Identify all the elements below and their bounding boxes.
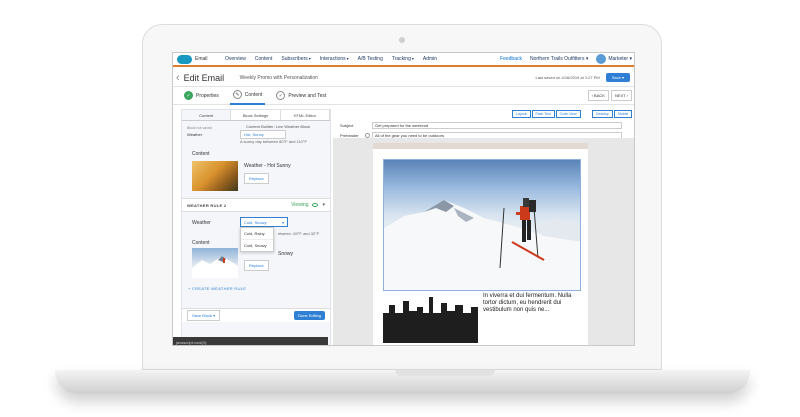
nav-tracking[interactable]: Tracking▾: [392, 56, 414, 62]
option-cold-rainy[interactable]: Cold, Rainy: [241, 228, 273, 239]
caret-down-icon[interactable]: ▾: [322, 202, 325, 208]
chevron-down-icon: ▾: [308, 56, 311, 61]
nav-interactions[interactable]: Interactions▾: [320, 56, 349, 62]
hero-image-snowy[interactable]: [383, 159, 581, 291]
rule-title: WEATHER RULE 2: [187, 202, 227, 208]
step-nav: ‹ BACK NEXT ›: [586, 90, 632, 101]
user-menu[interactable]: Marketer ▾: [608, 56, 632, 62]
tab-content[interactable]: Content: [182, 110, 232, 120]
base-notch: [395, 370, 495, 376]
title-bar: ‹ Edit Email Weekly Promo with Personali…: [173, 69, 634, 87]
city-skyline-image[interactable]: [383, 293, 478, 343]
panel-tabs: Content Block Settings HTML Editor: [182, 110, 330, 121]
weather-rule-2-header[interactable]: WEATHER RULE 2 Viewing ▾: [182, 198, 330, 212]
email-preview: In viverra et dui fermentum. Nulla torto…: [373, 143, 588, 345]
weather-select-rule2[interactable]: Cold, Snowy ▾: [240, 217, 288, 227]
done-editing-button[interactable]: Done Editing: [294, 311, 325, 320]
code-view-button[interactable]: Code View: [555, 110, 581, 118]
back-button[interactable]: ‹ BACK: [587, 90, 609, 101]
subject-input[interactable]: Get prepared for the weekend: [372, 122, 622, 129]
nav-content[interactable]: Content: [255, 56, 273, 62]
pencil-icon: ✎: [232, 90, 242, 99]
weather-select-rule1[interactable]: Hot, Sunny: [240, 130, 286, 139]
last-saved: Last saved on 4/16/2019 at 1:27 PM: [535, 75, 600, 80]
viewing-label: Viewing: [291, 202, 309, 208]
app-screen: Email Overview Content Subscribers▾ Inte…: [172, 52, 635, 346]
variant-name-rule2: Snowy: [278, 251, 294, 257]
nav-right: Feedback Northern Trails Outfitters ▾ Ma…: [500, 54, 634, 64]
check-icon: ✓: [276, 91, 286, 100]
content-label-rule2: Content: [192, 240, 210, 246]
mountain-thumbnail-icon: [192, 256, 238, 278]
save-button[interactable]: Save ▾: [605, 73, 630, 82]
chevron-down-icon: ▾: [346, 56, 349, 61]
org-switcher[interactable]: Northern Trails Outfitters ▾: [530, 56, 588, 62]
avatar[interactable]: [596, 54, 607, 64]
email-body-text[interactable]: In viverra et dui fermentum. Nulla torto…: [483, 293, 585, 314]
weather-label-rule1: Weather: [187, 132, 203, 137]
layout-view-button[interactable]: Layout: [512, 110, 531, 118]
desktop-preview-button[interactable]: Desktop: [592, 110, 613, 118]
nav-ab-testing[interactable]: A/B Testing: [358, 56, 383, 62]
feedback-link[interactable]: Feedback: [500, 56, 522, 62]
tab-block-settings[interactable]: Block Settings: [231, 110, 281, 120]
chevron-left-icon[interactable]: ‹: [176, 72, 180, 84]
app-name: Email: [195, 56, 208, 62]
view-mode-toggles: Layout Plain Text Code View: [511, 110, 581, 118]
next-button[interactable]: NEXT ›: [610, 90, 632, 101]
content-panel: Content Block Settings HTML Editor Block…: [181, 109, 331, 345]
chevron-down-icon: ▾: [281, 219, 284, 225]
check-icon: ✓: [184, 91, 193, 100]
header-image-strip[interactable]: [373, 143, 588, 149]
replace-button-rule2[interactable]: Replace: [244, 260, 269, 271]
step-preview-and-test[interactable]: ✓ Preview and Test: [273, 87, 329, 105]
chevron-down-icon: ▾: [629, 56, 632, 62]
eye-icon: [312, 203, 319, 207]
chevron-down-icon: ▾: [411, 56, 414, 61]
laptop-base: [55, 370, 750, 394]
tab-html-editor[interactable]: HTML Editor: [281, 110, 330, 120]
email-name: Weekly Promo with Personalization: [239, 74, 318, 81]
skier-mountain-icon: [384, 198, 580, 290]
nav-admin[interactable]: Admin: [423, 56, 437, 62]
top-navigation: Email Overview Content Subscribers▾ Inte…: [173, 53, 634, 67]
skyline-icon: [383, 297, 478, 323]
plain-text-view-button[interactable]: Plain Text: [531, 110, 555, 118]
nav-subscribers[interactable]: Subscribers▾: [281, 56, 310, 62]
replace-button-rule1[interactable]: Replace: [244, 173, 269, 184]
subject-label: Subject: [340, 123, 354, 128]
page-title: Edit Email: [183, 72, 225, 83]
browser-status-bar: javascript:void(0);: [173, 337, 328, 345]
block-status: Block not saved: [187, 126, 212, 130]
nav-overview[interactable]: Overview: [225, 56, 246, 62]
weather-range-rule2: etween -50°F and 32°F: [278, 231, 320, 236]
content-label-rule1: Content: [192, 151, 210, 157]
panel-footer: Save Block ▾ Done Editing: [182, 308, 330, 322]
block-description: Content Builder: Live Weather Block: [246, 124, 311, 129]
salesforce-cloud-icon[interactable]: [177, 54, 192, 64]
weather-range-rule1: A sunny day between 80°F and 110°F: [240, 139, 307, 144]
mobile-preview-button[interactable]: Mobile: [614, 110, 633, 118]
step-content[interactable]: ✎ Content: [229, 87, 266, 105]
cold-snowy-thumbnail: [192, 248, 238, 278]
option-cold-snowy[interactable]: Cold, Snowy: [241, 239, 273, 251]
step-properties[interactable]: ✓ Properties: [181, 87, 222, 105]
wizard-steps: ✓ Properties ✎ Content ✓ Preview and Tes…: [173, 87, 634, 105]
hot-sunny-thumbnail: [192, 161, 238, 191]
save-block-button[interactable]: Save Block ▾: [187, 310, 221, 321]
camera-dot: [399, 37, 405, 43]
subject-row: Subject Get prepared for the weekend: [340, 122, 622, 129]
create-weather-rule-link[interactable]: + CREATE WEATHER RULE: [188, 286, 246, 291]
variant-name-rule1: Weather - Hot Sunny: [244, 163, 291, 169]
chevron-down-icon: ▾: [585, 56, 589, 62]
weather-dropdown: Cold, Rainy Cold, Snowy: [240, 227, 274, 252]
weather-label-rule2: Weather: [192, 220, 211, 226]
